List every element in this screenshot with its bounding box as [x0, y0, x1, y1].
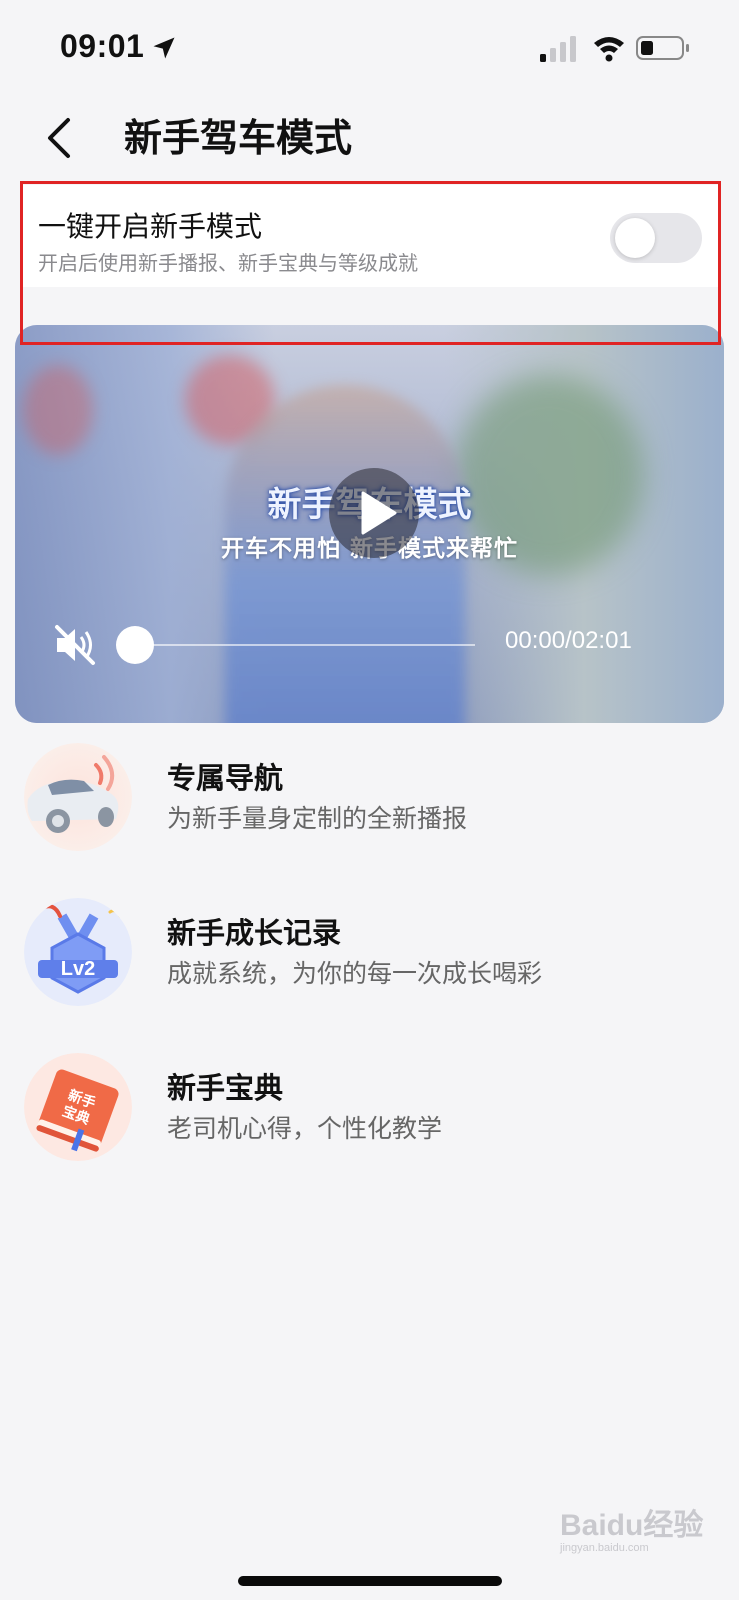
novice-mode-toggle-card: 一键开启新手模式 开启后使用新手播报、新手宝典与等级成就 [20, 185, 721, 287]
level-medal-icon: Lv2 [24, 898, 132, 1006]
feature-item-navigation[interactable]: 专属导航 为新手量身定制的全新播报 [0, 737, 739, 857]
feature-item-guide-book[interactable]: 新手宝典 新手宝典 老司机心得，个性化教学 [0, 1047, 739, 1167]
level-badge-text: Lv2 [61, 958, 95, 980]
page-title: 新手驾车模式 [124, 116, 353, 160]
feature-desc: 老司机心得，个性化教学 [167, 1114, 443, 1143]
watermark-text: Baidu经验 [560, 1509, 704, 1542]
status-time: 09:01 [60, 28, 145, 64]
play-icon [361, 491, 397, 535]
intro-video-player[interactable]: 新手驾车模式 开车不用怕 新手模式来帮忙 00:00/02:01 [15, 325, 724, 723]
car-navigation-icon [24, 743, 132, 851]
status-bar: 09:01 [0, 0, 739, 100]
video-time: 00:00/02:01 [505, 627, 632, 654]
toggle-subtitle: 开启后使用新手播报、新手宝典与等级成就 [38, 251, 418, 275]
guide-book-icon: 新手宝典 [24, 1053, 132, 1161]
baidu-watermark: Baidu经验 jingyan.baidu.com [560, 1500, 710, 1560]
video-progress-bar[interactable] [135, 644, 475, 646]
novice-mode-switch[interactable] [610, 213, 702, 263]
feature-desc: 为新手量身定制的全新播报 [167, 804, 468, 833]
nav-header: 新手驾车模式 [0, 100, 739, 186]
feature-title: 新手宝典 [167, 1071, 284, 1105]
home-indicator[interactable] [238, 1576, 502, 1586]
location-arrow-icon [153, 37, 175, 59]
wifi-icon [594, 37, 624, 62]
battery-icon [636, 36, 689, 60]
feature-title: 专属导航 [167, 761, 284, 795]
feature-desc: 成就系统，为你的每一次成长喝彩 [167, 959, 543, 988]
cellular-signal-icon [540, 36, 576, 62]
feature-title: 新手成长记录 [167, 916, 342, 950]
feature-item-growth-record[interactable]: Lv2 新手成长记录 成就系统，为你的每一次成长喝彩 [0, 892, 739, 1012]
video-progress-handle[interactable] [116, 626, 154, 664]
toggle-title: 一键开启新手模式 [38, 210, 263, 243]
watermark-sub: jingyan.baidu.com [560, 1542, 649, 1554]
back-chevron-icon[interactable] [38, 108, 86, 172]
switch-knob [615, 218, 655, 258]
mute-icon[interactable] [53, 623, 97, 667]
play-button[interactable] [329, 468, 419, 558]
